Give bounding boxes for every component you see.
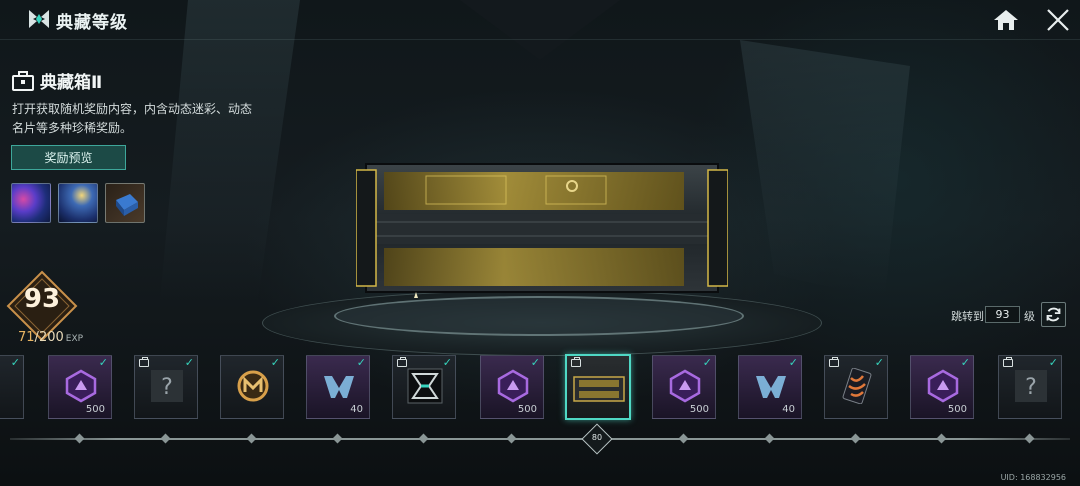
jump-to-label: 跳转到 [951,310,984,323]
claimed-check-icon: ✓ [10,356,20,369]
purple-crystal-icon [927,369,959,403]
chest-tag-icon [397,357,407,367]
background-shard [740,40,910,300]
reward-slot-selected[interactable] [565,354,631,420]
starry-night-camo-thumbnail[interactable] [58,183,98,223]
svg-text:?: ? [161,375,173,400]
claimed-check-icon: ✓ [788,356,798,369]
reward-slot[interactable]: ✓ 40 [738,355,802,419]
exp-unit: EXP [65,334,84,344]
m-emblem-icon [756,376,786,398]
reward-slot[interactable]: ✓ [220,355,284,419]
reward-quantity: 40 [782,404,795,415]
reward-quantity: 500 [85,404,105,415]
purple-crystal-icon [669,369,701,403]
chest-tag-icon [1003,357,1013,367]
reward-slot[interactable]: ✓ 40 [306,355,370,419]
claimed-check-icon: ✓ [98,356,108,369]
chest-reward-icon [573,376,625,402]
exp-current: 71 [18,330,35,345]
jump-unit-label: 级 [1024,310,1035,323]
reward-slot[interactable]: ✓ 500 [480,355,544,419]
jump-level-input[interactable] [985,306,1020,323]
banner-card-icon [407,368,443,404]
mystery-reward-icon: ? [1015,370,1047,402]
reward-quantity: 500 [689,404,709,415]
claimed-check-icon: ✓ [874,356,884,369]
chest-tag-icon [571,357,581,367]
refresh-icon[interactable] [1041,302,1066,327]
treasure-chest[interactable] [356,160,728,300]
claimed-check-icon: ✓ [702,356,712,369]
claimed-check-icon: ✓ [530,356,540,369]
top-bar: 典藏等级 [0,0,1080,40]
svg-text:?: ? [1025,375,1037,400]
page-title: 典藏等级 [56,13,128,33]
reward-slot[interactable]: ✓ ? [998,355,1062,419]
exp-max: 200 [38,330,64,345]
claimed-check-icon: ✓ [270,356,280,369]
reward-slot[interactable]: ✓ 500 [48,355,112,419]
claimed-check-icon: ✓ [184,356,194,369]
treasure-item-thumbnail[interactable] [105,183,145,223]
reward-slot[interactable]: ✓ [824,355,888,419]
chest-tag-icon [829,357,839,367]
reward-slot[interactable]: ✓ [392,355,456,419]
reward-slot[interactable]: ✓ [0,355,24,419]
chest-icon [12,70,34,91]
reward-quantity: 40 [350,404,363,415]
display-platform-ring [334,296,744,336]
current-level: 93 [23,284,61,314]
reward-quantity: 500 [947,404,967,415]
box-description: 打开获取随机奖励内容，内含动态迷彩、动态名片等多种珍稀奖励。 [12,102,253,135]
reward-slot[interactable]: ✓ 500 [910,355,974,419]
claimed-check-icon: ✓ [960,356,970,369]
timeline-current-level: 80 [591,433,603,442]
claimed-check-icon: ✓ [442,356,452,369]
dynamic-card-icon [842,368,872,404]
exp-progress: 71/200 EXP [18,330,83,345]
cube-item-icon [116,194,138,216]
reward-track: ✓ ✓ 500 ✓ ? ✓ ✓ 40 ✓ ✓ 500 ✓ 500 ✓ 40 ✓ … [0,354,1080,421]
reward-preview-button[interactable]: 奖励预览 [11,145,126,170]
reward-thumbnails [11,183,145,223]
reward-slot[interactable]: ✓ 500 [652,355,716,419]
collection-logo-icon [29,10,49,28]
m-emblem-icon [324,376,354,398]
mystery-reward-icon: ? [151,370,183,402]
gold-m-token-icon [237,370,269,402]
galaxy-camo-thumbnail[interactable] [11,183,51,223]
claimed-check-icon: ✓ [1048,356,1058,369]
purple-crystal-icon [65,369,97,403]
box-title: 典藏箱Ⅱ [40,73,103,93]
user-id: UID: 168832956 [1000,473,1066,482]
claimed-check-icon: ✓ [356,356,366,369]
chest-tag-icon [139,357,149,367]
reward-slot[interactable]: ✓ ? [134,355,198,419]
home-icon[interactable] [992,8,1020,32]
box-title-row: 典藏箱Ⅱ [12,68,102,93]
close-icon[interactable] [1046,8,1070,32]
reward-quantity: 500 [517,404,537,415]
purple-crystal-icon [497,369,529,403]
background-shard [160,0,300,300]
